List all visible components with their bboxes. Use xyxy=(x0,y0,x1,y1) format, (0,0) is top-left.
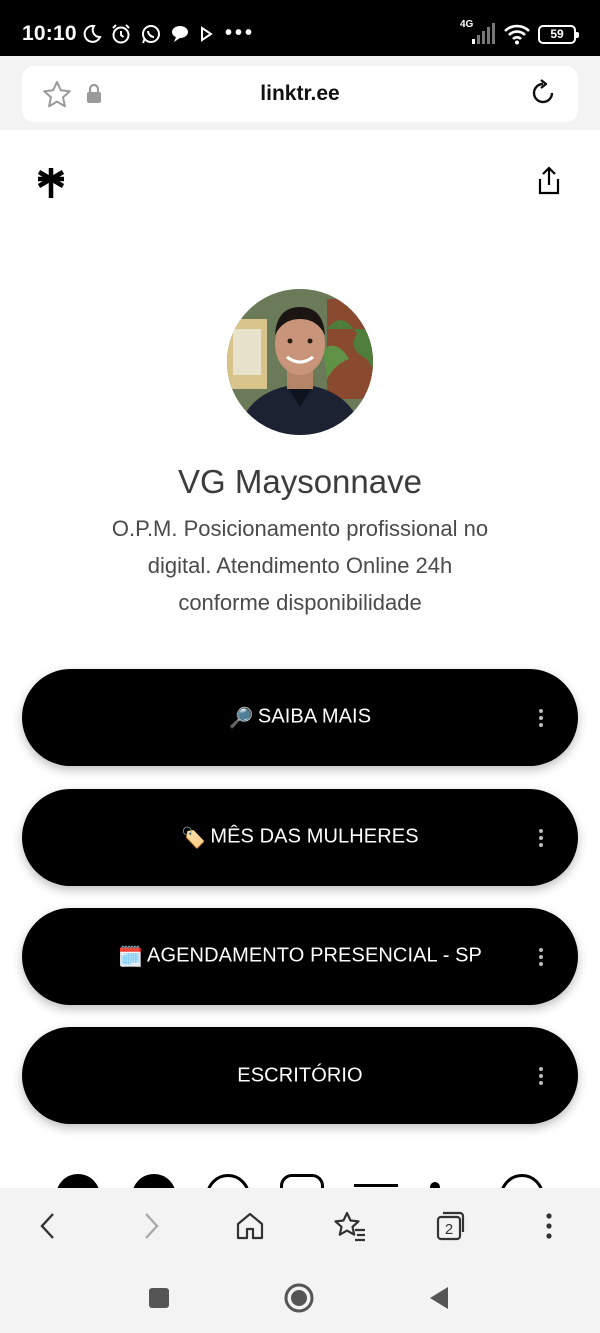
website-icon[interactable] xyxy=(500,1174,544,1188)
more-notifications-indicator: ••• xyxy=(225,22,256,44)
bookmarks-button[interactable] xyxy=(332,1208,368,1244)
more-vertical-icon[interactable] xyxy=(538,1066,544,1086)
forward-button[interactable] xyxy=(133,1208,169,1244)
link-label: 🏷️ MÊS DAS MULHERES xyxy=(22,825,578,850)
link-button-mes-das-mulheres[interactable]: 🏷️ MÊS DAS MULHERES xyxy=(22,789,578,886)
link-text: SAIBA MAIS xyxy=(257,705,372,727)
share-icon[interactable] xyxy=(536,166,562,196)
tabs-button[interactable]: 2 xyxy=(432,1208,468,1244)
magnifier-emoji-icon: 🔎 xyxy=(228,707,254,729)
triangle-back-icon xyxy=(430,1287,448,1309)
browser-toolbar: 2 xyxy=(0,1188,600,1262)
social-icons-row xyxy=(56,1174,546,1188)
link-button-agendamento-presencial[interactable]: 🗓️ AGENDAMENTO PRESENCIAL - SP xyxy=(22,908,578,1005)
play-notif-icon xyxy=(201,26,213,42)
chevron-right-icon xyxy=(145,1213,159,1239)
browser-address-area: linktr.ee xyxy=(0,56,600,130)
status-time: 10:10 xyxy=(22,22,77,45)
moon-icon xyxy=(83,24,102,43)
tab-count: 2 xyxy=(445,1221,453,1238)
linktree-logo-icon[interactable] xyxy=(36,166,66,200)
facebook-icon[interactable] xyxy=(132,1174,176,1188)
link-text: ESCRITÓRIO xyxy=(237,1064,363,1086)
chat-notif-icon xyxy=(172,26,188,42)
instagram-icon[interactable] xyxy=(280,1174,324,1188)
alarm-icon xyxy=(112,24,130,44)
more-vertical-icon xyxy=(546,1213,552,1239)
home-icon xyxy=(236,1212,264,1240)
link-text: AGENDAMENTO PRESENCIAL - SP xyxy=(147,944,482,966)
home-nav-button[interactable] xyxy=(283,1282,315,1314)
status-bar: 10:10 ••• 4G 59 xyxy=(0,0,600,56)
notification-icons xyxy=(82,20,214,48)
bookmarks-star-icon xyxy=(334,1211,365,1242)
tabs-icon: 2 xyxy=(436,1211,465,1241)
link-button-escritorio[interactable]: ESCRITÓRIO xyxy=(22,1027,578,1124)
home-button[interactable] xyxy=(232,1208,268,1244)
tag-emoji-icon: 🏷️ xyxy=(181,827,207,849)
more-vertical-icon[interactable] xyxy=(538,708,544,728)
status-right-icons: 4G 59 xyxy=(460,19,579,48)
recents-button[interactable] xyxy=(143,1282,175,1314)
reload-icon[interactable] xyxy=(528,78,558,108)
wifi-icon xyxy=(504,24,530,45)
link-label: 🔎 SAIBA MAIS xyxy=(22,705,578,730)
link-label: ESCRITÓRIO xyxy=(22,1064,578,1087)
back-button[interactable] xyxy=(30,1208,66,1244)
more-vertical-icon[interactable] xyxy=(538,947,544,967)
whatsapp-notif-icon xyxy=(142,25,160,44)
signal-icon: 4G xyxy=(460,19,496,46)
avatar xyxy=(227,289,373,435)
address-bar[interactable]: linktr.ee xyxy=(22,66,578,122)
menu-button[interactable] xyxy=(531,1208,567,1244)
more-vertical-icon[interactable] xyxy=(538,828,544,848)
url-text[interactable]: linktr.ee xyxy=(22,82,578,106)
calendar-emoji-icon: 🗓️ xyxy=(117,946,143,968)
tiktok-icon[interactable] xyxy=(56,1174,100,1188)
back-nav-button[interactable] xyxy=(423,1282,455,1314)
linktree-page: VG Maysonnave O.P.M. Posicionamento prof… xyxy=(0,130,600,1188)
circle-home-icon xyxy=(284,1283,314,1313)
link-button-saiba-mais[interactable]: 🔎 SAIBA MAIS xyxy=(22,669,578,766)
square-icon xyxy=(149,1288,169,1308)
profile-name: VG Maysonnave xyxy=(178,463,422,500)
battery-indicator: 59 xyxy=(538,24,579,44)
link-label: 🗓️ AGENDAMENTO PRESENCIAL - SP xyxy=(22,944,578,969)
chevron-left-icon xyxy=(40,1213,54,1239)
link-text: MÊS DAS MULHERES xyxy=(210,825,419,847)
whatsapp-icon[interactable] xyxy=(206,1174,250,1188)
profile-bio: O.P.M. Posicionamento profissional no di… xyxy=(111,516,489,615)
system-nav-bar xyxy=(0,1262,600,1333)
